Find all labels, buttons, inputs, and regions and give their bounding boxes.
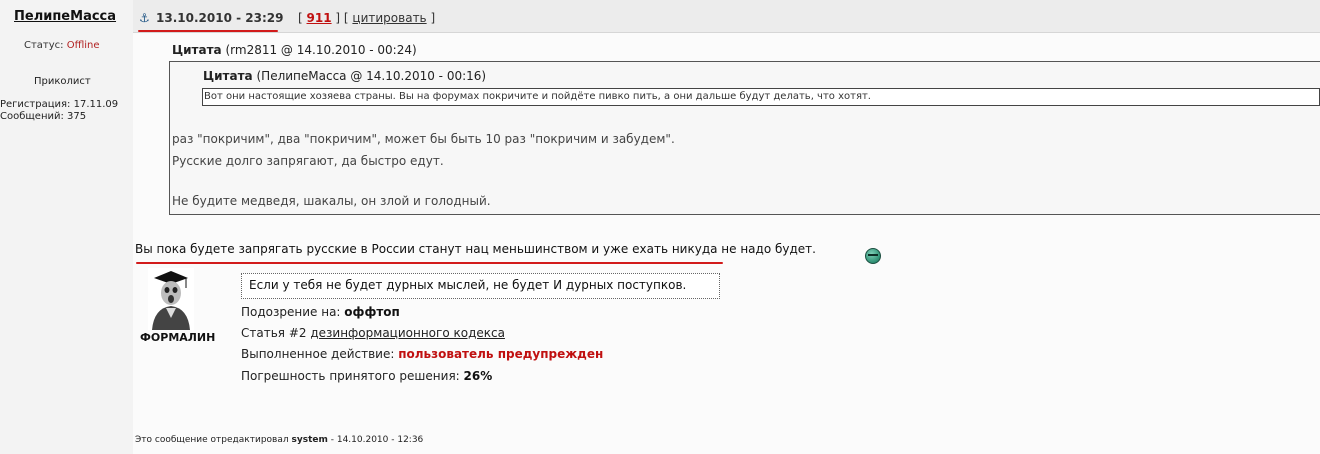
- user-rank: Приколист: [34, 76, 91, 87]
- rule-link[interactable]: дезинформационного кодекса: [310, 326, 505, 340]
- quote-button[interactable]: цитировать: [352, 11, 426, 25]
- quote-source: (rm2811 @ 14.10.2010 - 00:24): [225, 43, 417, 57]
- moderator-name: ФОРМАЛИН: [140, 331, 216, 344]
- action-line: Выполненное действие: пользователь преду…: [241, 347, 603, 361]
- suspicion-line: Подозрение на: оффтоп: [241, 305, 400, 319]
- outer-quote-line: раз "покричим", два "покричим", может бы…: [172, 132, 675, 146]
- edit-note-date: - 14.10.2010 - 12:36: [330, 435, 424, 445]
- graduate-avatar-icon: [148, 268, 194, 330]
- post-body-text: Вы пока будете запрягать русские в Росси…: [135, 242, 816, 256]
- smiley-icon: [865, 248, 881, 264]
- post-id-link[interactable]: 911: [307, 11, 332, 25]
- outer-quote-title: Цитата (rm2811 @ 14.10.2010 - 00:24): [172, 43, 417, 57]
- user-status: Статус: Offline: [24, 40, 100, 51]
- status-label: Статус:: [24, 40, 64, 51]
- user-message-count: Сообщений: 375: [0, 111, 87, 122]
- error-label: Погрешность принятого решения:: [241, 369, 460, 383]
- moderator-quote-text: Если у тебя не будет дурных мыслей, не б…: [249, 278, 687, 292]
- body-highlight-underline: [136, 262, 723, 264]
- bracket: ] [: [335, 11, 349, 25]
- post-meta: [ 911 ] [ цитировать ]: [298, 11, 435, 25]
- quote-source: (ПелипеМасса @ 14.10.2010 - 00:16): [256, 69, 487, 83]
- edit-note-editor: system: [291, 435, 328, 445]
- bracket: [: [298, 11, 303, 25]
- article-label: Статья #2: [241, 326, 307, 340]
- status-value: Offline: [66, 40, 100, 51]
- outer-quote-line: Русские долго запрягают, да быстро едут.: [172, 154, 444, 168]
- post-date: 13.10.2010 - 23:29: [156, 11, 284, 25]
- quote-word: Цитата: [172, 43, 222, 57]
- user-registration: Регистрация: 17.11.09: [0, 99, 119, 110]
- suspicion-label: Подозрение на:: [241, 305, 341, 319]
- error-value: 26%: [463, 369, 493, 383]
- bracket: ]: [430, 11, 436, 25]
- inner-quote-title: Цитата (ПелипеМасса @ 14.10.2010 - 00:16…: [203, 69, 486, 83]
- article-line: Статья #2 дезинформационного кодекса: [241, 326, 505, 340]
- action-value: пользователь предупрежден: [398, 347, 604, 361]
- outer-quote-line: Не будите медведя, шакалы, он злой и гол…: [172, 194, 491, 208]
- quote-word: Цитата: [203, 69, 253, 83]
- suspicion-value: оффтоп: [344, 305, 400, 319]
- user-sidebar: [0, 0, 133, 454]
- edit-note-prefix: Это сообщение отредактировал: [135, 435, 289, 445]
- username-link[interactable]: ПелипеМасса: [14, 9, 116, 24]
- error-line: Погрешность принятого решения: 26%: [241, 369, 492, 383]
- anchor-icon[interactable]: ⚓: [139, 11, 150, 25]
- action-label: Выполненное действие:: [241, 347, 395, 361]
- inner-quote-text: Вот они настоящие хозяева страны. Вы на …: [204, 91, 871, 102]
- edit-note: Это сообщение отредактировал system - 14…: [135, 435, 423, 445]
- date-highlight-underline: [138, 30, 278, 32]
